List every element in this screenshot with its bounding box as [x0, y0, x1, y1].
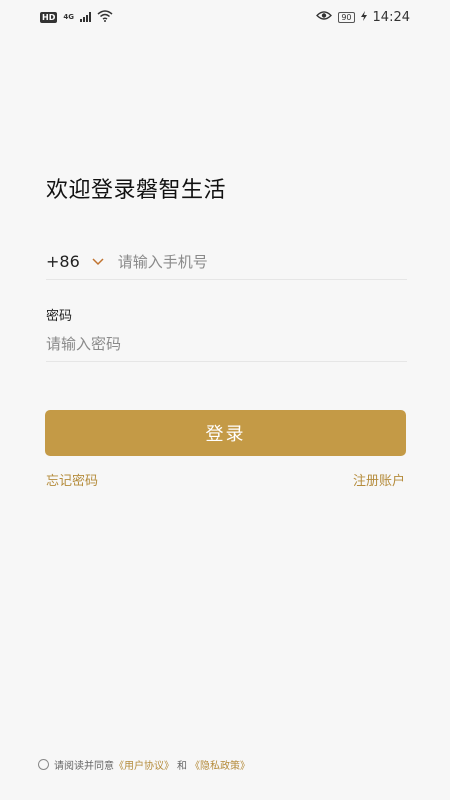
privacy-policy-link[interactable]: 《隐私政策》: [190, 757, 250, 772]
charging-icon: [360, 10, 367, 24]
network-type: 4G: [63, 12, 74, 21]
eye-icon: [316, 10, 333, 24]
agreement-and: 和: [177, 761, 187, 772]
user-agreement-link[interactable]: 《用户协议》: [114, 757, 174, 772]
page-title: 欢迎登录磐智生活: [46, 178, 227, 203]
clock: 14:24: [372, 9, 410, 25]
battery-icon: 90: [338, 11, 355, 23]
hd-icon: HD: [40, 11, 58, 23]
wifi-icon: [97, 9, 113, 25]
phone-input[interactable]: [117, 252, 407, 271]
signal-icon: [79, 12, 91, 22]
register-link[interactable]: 注册账户: [353, 470, 405, 489]
forgot-password-link[interactable]: 忘记密码: [46, 470, 98, 489]
agreement-row: 请阅读并同意 《用户协议》 和 《隐私政策》: [38, 757, 250, 772]
agreement-prefix: 请阅读并同意: [54, 761, 114, 772]
status-bar-right: 90 14:24: [316, 10, 410, 25]
status-bar: HD 4G 90 14:24: [0, 0, 450, 34]
chevron-down-icon[interactable]: [92, 255, 106, 269]
login-button[interactable]: 登录: [45, 410, 406, 456]
password-field-row: [46, 326, 407, 362]
battery-level: 90: [341, 12, 352, 22]
status-bar-left: HD 4G: [40, 9, 113, 25]
country-code-selector[interactable]: +86: [46, 252, 80, 271]
password-input[interactable]: [46, 334, 407, 353]
phone-field-row: +86: [46, 244, 407, 280]
agreement-checkbox[interactable]: [38, 759, 49, 770]
password-label: 密码: [46, 309, 73, 324]
